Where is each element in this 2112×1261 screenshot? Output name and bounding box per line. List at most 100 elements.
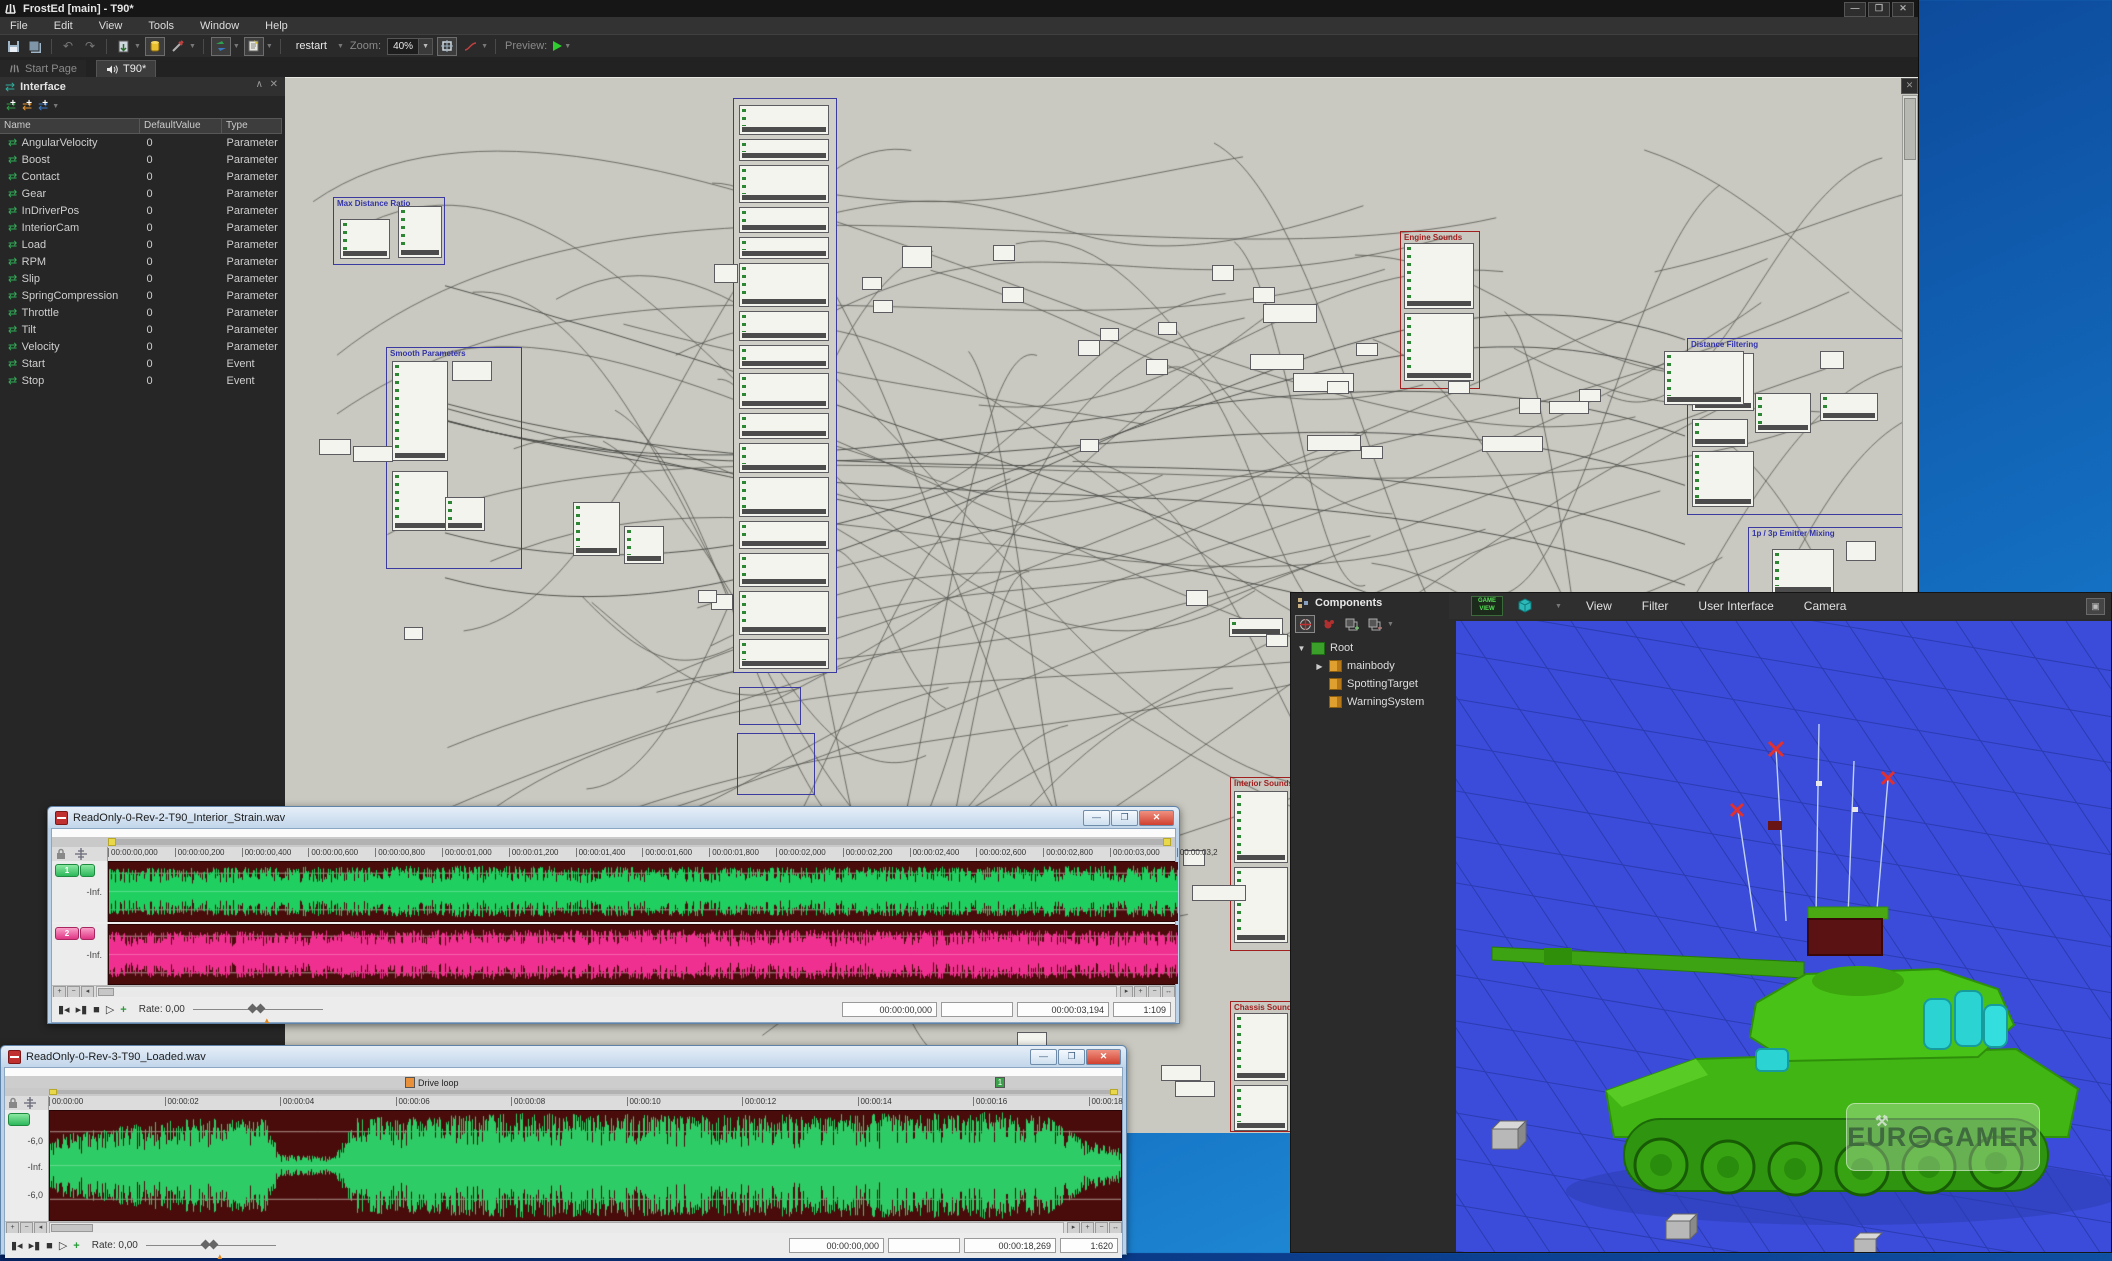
graph-node[interactable]: [739, 345, 829, 369]
lock-icon[interactable]: [55, 848, 67, 860]
tools-icon[interactable]: [169, 38, 187, 55]
graph-node[interactable]: [1846, 541, 1876, 561]
menu-edit[interactable]: Edit: [54, 20, 73, 32]
menu-tools[interactable]: Tools: [148, 20, 174, 32]
graph-node[interactable]: [1080, 439, 1099, 452]
graph-node[interactable]: [1772, 549, 1834, 595]
graph-node[interactable]: [1579, 389, 1601, 402]
snap-cursor-icon[interactable]: [74, 848, 88, 860]
tree-item-warningsystem[interactable]: WarningSystem: [1297, 693, 1447, 711]
canvas-close-icon[interactable]: ✕: [1901, 78, 1918, 94]
graph-node[interactable]: [319, 439, 351, 455]
graph-node[interactable]: [398, 206, 442, 258]
import-icon[interactable]: [114, 38, 132, 55]
graph-node[interactable]: [714, 264, 738, 283]
interface-panel-header[interactable]: ⇄ Interface ∧ ✕: [0, 77, 285, 96]
view-dropdown-icon[interactable]: ▼: [1555, 603, 1562, 610]
graph-node[interactable]: [1234, 1085, 1288, 1131]
menu-window[interactable]: Window: [200, 20, 239, 32]
graph-node[interactable]: [1361, 446, 1383, 459]
interface-row[interactable]: ⇄Start0Event: [0, 355, 285, 372]
graph-node[interactable]: [1253, 287, 1275, 303]
interface-row[interactable]: ⇄Velocity0Parameter: [0, 338, 285, 355]
audio2-title-bar[interactable]: ReadOnly-0-Rev-3-T90_Loaded.wav — ❐ ✕: [1, 1046, 1126, 1067]
interface-row[interactable]: ⇄Tilt0Parameter: [0, 321, 285, 338]
audio1-close-button[interactable]: ✕: [1139, 810, 1174, 826]
cube-icon[interactable]: [1517, 598, 1533, 614]
audio1-rate-slider[interactable]: ▲: [193, 1003, 323, 1017]
viewport-menu-view[interactable]: View: [1586, 599, 1612, 613]
graph-node[interactable]: [739, 521, 829, 549]
graph-node[interactable]: [1820, 393, 1878, 421]
zoom-combo[interactable]: 40% ▼: [387, 38, 433, 55]
graph-node[interactable]: [392, 471, 448, 531]
audio1-ch1-waveform[interactable]: [108, 861, 1175, 922]
graph-node[interactable]: [1820, 351, 1844, 369]
viewport-menu-camera[interactable]: Camera: [1804, 599, 1847, 613]
viewport-menu-user-interface[interactable]: User Interface: [1698, 599, 1773, 613]
column-header[interactable]: DefaultValue: [140, 118, 222, 134]
column-header[interactable]: Type: [222, 118, 282, 134]
interface-row[interactable]: ⇄Slip0Parameter: [0, 270, 285, 287]
graph-node[interactable]: [340, 219, 390, 259]
region-end-marker[interactable]: 1: [995, 1077, 1005, 1088]
graph-node[interactable]: [1158, 322, 1177, 335]
audio2-minimize-button[interactable]: —: [1030, 1049, 1057, 1065]
restart-button[interactable]: restart: [288, 38, 335, 54]
skip-end-button[interactable]: ▸▮: [76, 1003, 88, 1016]
graph-node[interactable]: [1161, 1065, 1201, 1081]
audio2-waveform[interactable]: [49, 1110, 1122, 1221]
graph-node[interactable]: [1100, 328, 1119, 341]
save-icon[interactable]: [4, 38, 22, 55]
graph-node[interactable]: [1692, 451, 1754, 507]
preview-play-icon[interactable]: [553, 41, 562, 51]
components-header[interactable]: Components: [1291, 593, 1449, 613]
tree-item-root[interactable]: ▼Root: [1297, 639, 1447, 657]
graph-node[interactable]: [1146, 359, 1168, 375]
graph-node[interactable]: [1017, 1032, 1047, 1046]
graph-node[interactable]: [1234, 791, 1288, 863]
remove-layer-icon[interactable]: [1366, 616, 1384, 632]
graph-node[interactable]: [739, 165, 829, 203]
graph-node[interactable]: [739, 639, 829, 669]
audio1-maximize-button[interactable]: ❐: [1111, 810, 1138, 826]
graph-node[interactable]: [1234, 867, 1288, 943]
graph-node[interactable]: [902, 246, 932, 268]
graph-node[interactable]: [739, 263, 829, 307]
graph-node[interactable]: [573, 502, 620, 556]
interface-row[interactable]: ⇄AngularVelocity0Parameter: [0, 134, 285, 151]
graph-node[interactable]: [1234, 1013, 1288, 1081]
interface-row[interactable]: ⇄Stop0Event: [0, 372, 285, 389]
interface-row[interactable]: ⇄SpringCompression0Parameter: [0, 287, 285, 304]
add-orange-button[interactable]: ⇄+: [22, 100, 32, 112]
interface-row[interactable]: ⇄InDriverPos0Parameter: [0, 202, 285, 219]
graph-node[interactable]: [353, 446, 393, 462]
menu-view[interactable]: View: [99, 20, 123, 32]
notes-icon[interactable]: [244, 37, 264, 56]
close-button[interactable]: ✕: [1892, 2, 1914, 17]
restore-button[interactable]: ❐: [1868, 2, 1890, 17]
graph-node[interactable]: [1755, 393, 1811, 433]
panel-close-icon[interactable]: ✕: [270, 79, 278, 90]
graph-node[interactable]: [1078, 340, 1100, 356]
interface-row[interactable]: ⇄InteriorCam0Parameter: [0, 219, 285, 236]
graph-node[interactable]: [739, 373, 829, 409]
graph-node[interactable]: [624, 526, 664, 564]
skip-start-button[interactable]: ▮◂: [58, 1003, 70, 1016]
expand-icon[interactable]: ▼: [1297, 644, 1306, 653]
graph-node[interactable]: [739, 413, 829, 439]
lock-icon[interactable]: [7, 1097, 19, 1109]
graph-node[interactable]: [993, 245, 1015, 261]
add-marker-button[interactable]: +: [73, 1240, 79, 1252]
play-button[interactable]: ▷: [106, 1003, 114, 1016]
swap-arrows-icon[interactable]: [211, 37, 231, 56]
column-header[interactable]: Name: [0, 118, 140, 134]
graph-node[interactable]: [739, 105, 829, 135]
graph-node[interactable]: [1212, 265, 1234, 281]
graph-node[interactable]: [1002, 287, 1024, 303]
interface-row[interactable]: ⇄Gear0Parameter: [0, 185, 285, 202]
graph-node[interactable]: [1175, 1081, 1215, 1097]
add-parameter-button[interactable]: ⇄+: [6, 100, 16, 112]
interface-row[interactable]: ⇄Load0Parameter: [0, 236, 285, 253]
add-event-button[interactable]: ⇄+: [38, 100, 48, 112]
